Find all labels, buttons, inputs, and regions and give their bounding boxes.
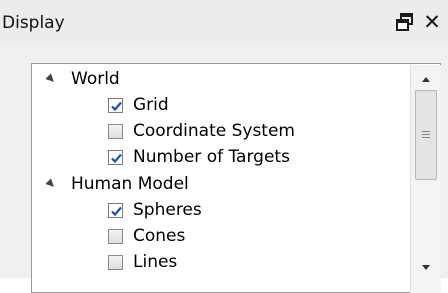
float-window-icon[interactable]	[395, 11, 415, 33]
tree-item-coordinate-system[interactable]: Coordinate System	[108, 118, 295, 144]
grip-line	[422, 131, 430, 132]
tree-group-label: World	[71, 69, 120, 89]
expanded-arrow-icon[interactable]	[45, 73, 57, 85]
scroll-up-arrow-icon[interactable]	[411, 65, 441, 91]
panel-title: Display	[2, 13, 65, 33]
scrollbar-thumb[interactable]	[415, 90, 437, 180]
expanded-arrow-icon[interactable]	[45, 178, 57, 190]
tree-item-label: Number of Targets	[133, 147, 290, 167]
tree-item-label: Cones	[133, 226, 186, 246]
close-icon[interactable]: ✕	[421, 12, 443, 33]
checkbox[interactable]	[108, 228, 123, 244]
vertical-scrollbar[interactable]	[410, 65, 441, 293]
checkbox[interactable]	[108, 97, 123, 113]
tree-item-spheres[interactable]: Spheres	[108, 197, 202, 223]
tree-item-cones[interactable]: Cones	[108, 223, 185, 249]
tree-group-label: Human Model	[71, 174, 189, 194]
tree-group-world[interactable]: World	[45, 66, 120, 92]
tree-item-grid[interactable]: Grid	[108, 92, 169, 118]
grip-line	[422, 134, 430, 135]
panel-titlebar: Display ✕	[0, 0, 448, 46]
grip-line	[422, 137, 430, 138]
tree-item-label: Spheres	[133, 200, 202, 220]
tree-item-number-of-targets[interactable]: Number of Targets	[108, 144, 290, 170]
checkbox[interactable]	[108, 123, 123, 139]
tree-item-label: Lines	[133, 252, 178, 272]
checkbox[interactable]	[108, 149, 123, 165]
checkbox[interactable]	[108, 254, 123, 270]
checkbox[interactable]	[108, 202, 123, 218]
tree-item-lines[interactable]: Lines	[108, 249, 177, 275]
tree-group-human-model[interactable]: Human Model	[45, 171, 189, 197]
tree-item-label: Grid	[133, 95, 169, 115]
tree-item-label: Coordinate System	[133, 121, 295, 141]
scroll-down-arrow-icon[interactable]	[411, 255, 441, 281]
